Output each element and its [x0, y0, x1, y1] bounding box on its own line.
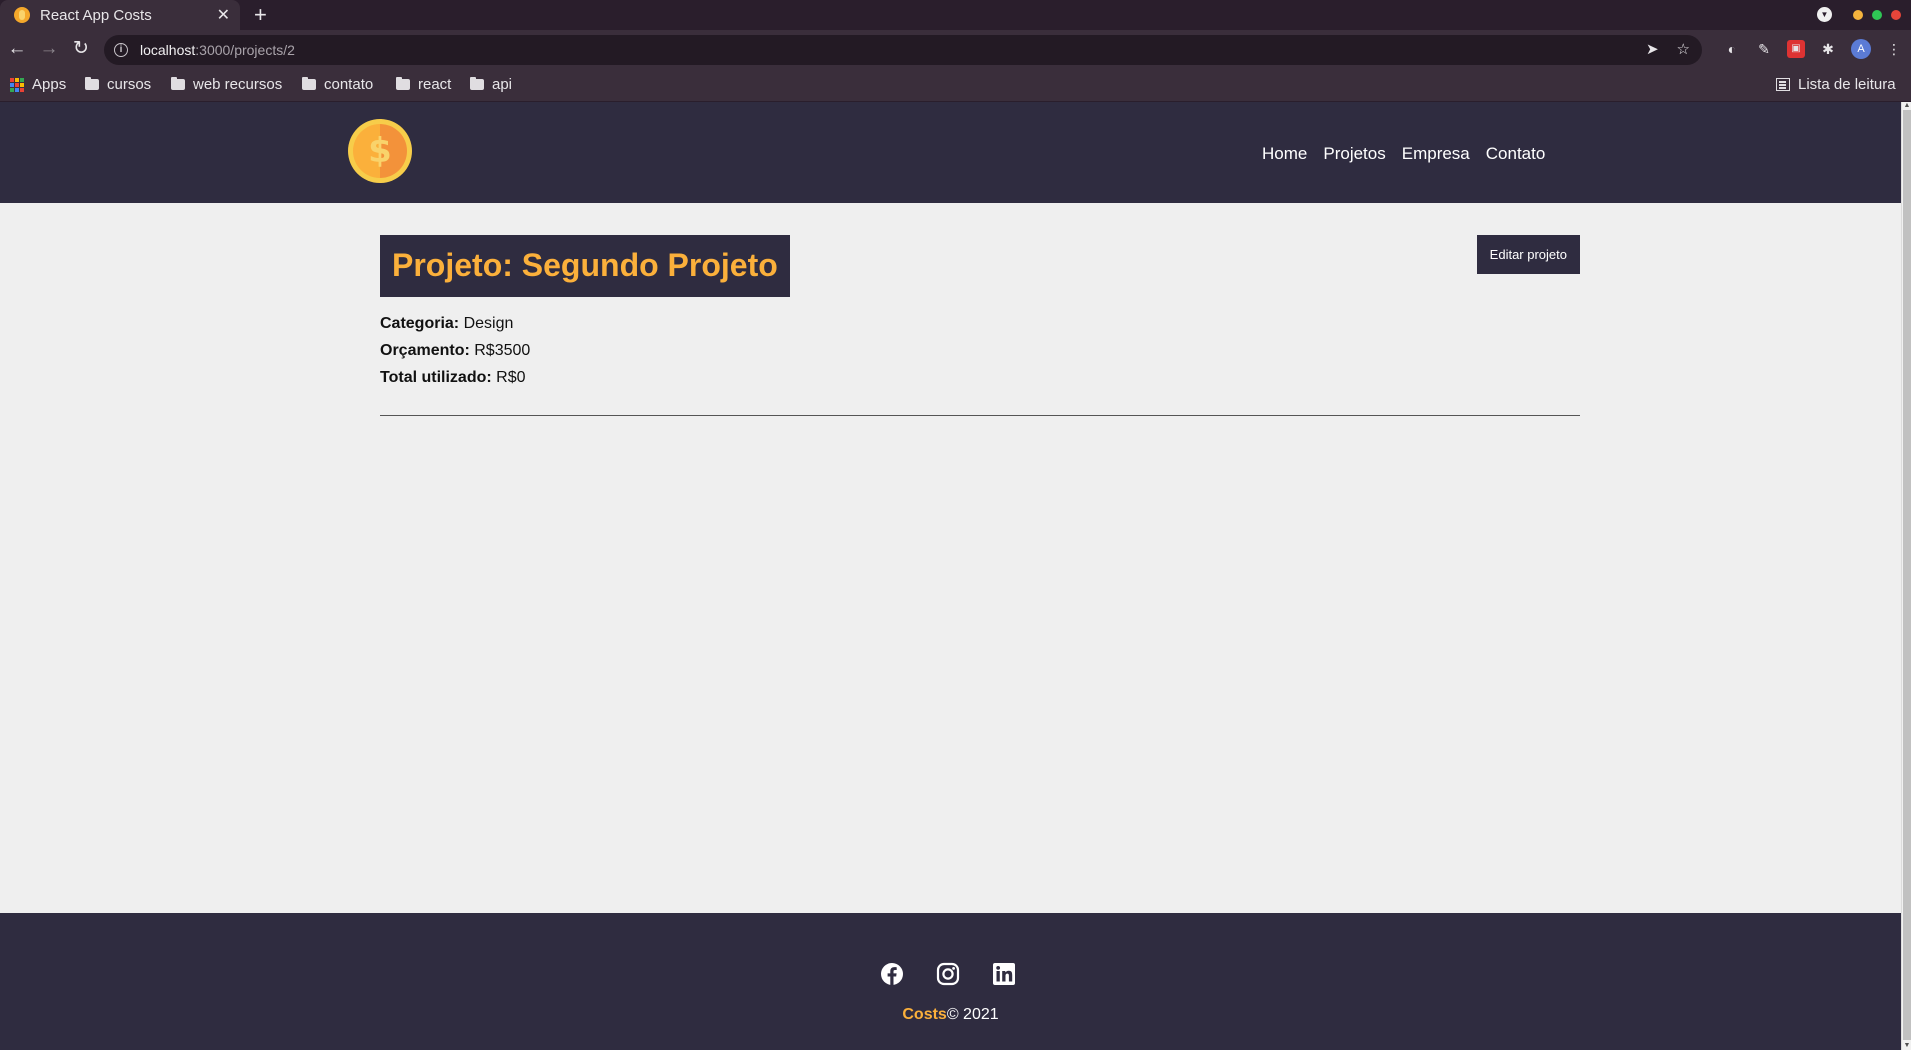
nav-link-home[interactable]: Home — [1262, 144, 1307, 164]
extension-globe-icon[interactable]: ◐ — [1723, 40, 1741, 58]
scroll-up-arrow-icon[interactable]: ▲ — [1903, 102, 1911, 109]
maximize-button[interactable] — [1872, 9, 1882, 20]
copyright-year: © 2021 — [946, 1006, 999, 1023]
used-value: R$0 — [496, 369, 526, 386]
facebook-icon[interactable] — [880, 962, 904, 986]
bookmark-label: web recursos — [193, 76, 283, 93]
project-used: Total utilizado: R$0 — [380, 364, 1580, 391]
footer-brand: Costs — [902, 1006, 947, 1023]
costs-logo-icon[interactable]: $ — [348, 119, 412, 183]
linkedin-icon[interactable] — [992, 962, 1016, 986]
address-bar-actions: ➤ ☆ — [1646, 40, 1690, 58]
new-tab-button[interactable]: + — [254, 3, 267, 27]
browser-toolbar: ← → ↻ i localhost:3000/projects/2 ➤ ☆ ◐ … — [0, 30, 1911, 70]
project-title: Projeto: Segundo Projeto — [392, 247, 778, 283]
bookmark-web-recursos[interactable]: web recursos — [171, 76, 282, 93]
budget-value: R$3500 — [474, 342, 531, 359]
project-details: Projeto: Segundo Projeto Editar projeto … — [380, 235, 1580, 391]
social-links — [880, 962, 1016, 986]
site-info-icon[interactable]: i — [114, 43, 128, 57]
profile-avatar[interactable]: A — [1851, 39, 1871, 59]
main-menu: Home Projetos Empresa Contato — [1262, 144, 1545, 164]
apps-icon — [10, 77, 24, 92]
extensions-puzzle-icon[interactable]: ✱ — [1819, 40, 1837, 58]
used-label: Total utilizado: — [380, 369, 492, 386]
project-category: Categoria: Design — [380, 310, 1580, 337]
minimize-button[interactable] — [1853, 9, 1863, 20]
folder-icon — [302, 77, 316, 90]
copyright-text: Costs© 2021 — [0, 1006, 1901, 1024]
extension-red-icon[interactable]: ▣ — [1787, 40, 1805, 58]
folder-icon — [85, 77, 99, 90]
reading-list-icon — [1776, 78, 1790, 91]
category-value: Design — [463, 315, 514, 332]
folder-icon — [470, 77, 484, 90]
folder-icon — [396, 77, 410, 90]
address-bar[interactable]: i localhost:3000/projects/2 ➤ ☆ — [104, 35, 1702, 65]
dollar-sign-icon: $ — [368, 131, 392, 171]
project-info: Categoria: Design Orçamento: R$3500 Tota… — [380, 310, 1580, 391]
app-footer: Costs© 2021 — [0, 913, 1901, 1050]
reading-list-label: Lista de leitura — [1798, 76, 1896, 93]
scrollbar-thumb[interactable] — [1903, 110, 1911, 1040]
bookmark-cursos[interactable]: cursos — [85, 76, 151, 93]
page-scrollbar[interactable]: ▲ ▼ — [1901, 102, 1911, 1050]
url-host: localhost — [140, 42, 196, 58]
instagram-icon[interactable] — [936, 962, 960, 986]
app-navbar: $ Home Projetos Empresa Contato — [0, 102, 1901, 203]
bookmark-label: contato — [324, 76, 374, 93]
url-path: :3000/projects/2 — [195, 42, 295, 58]
project-title-box: Projeto: Segundo Projeto — [380, 235, 790, 297]
back-arrow-icon[interactable]: ← — [5, 38, 29, 60]
folder-icon — [171, 77, 185, 90]
close-tab-icon[interactable]: ✕ — [217, 5, 230, 25]
extension-pen-icon[interactable]: ✎ — [1755, 40, 1773, 58]
edit-project-button[interactable]: Editar projeto — [1476, 235, 1580, 274]
bookmark-label: Apps — [32, 76, 67, 93]
section-divider — [380, 415, 1580, 416]
scroll-down-arrow-icon[interactable]: ▼ — [1903, 1042, 1911, 1049]
bookmark-label: api — [492, 76, 513, 93]
close-window-button[interactable] — [1891, 9, 1901, 20]
page-viewport: $ Home Projetos Empresa Contato Projeto:… — [0, 102, 1901, 1050]
tab-search-icon[interactable]: ▼ — [1817, 7, 1832, 22]
bookmark-contato[interactable]: contato — [302, 76, 373, 93]
url-text[interactable]: localhost:3000/projects/2 — [140, 42, 295, 58]
send-icon[interactable]: ➤ — [1646, 40, 1659, 58]
project-budget: Orçamento: R$3500 — [380, 337, 1580, 364]
window-controls: ▼ — [1817, 7, 1901, 22]
nav-link-projetos[interactable]: Projetos — [1323, 144, 1385, 164]
nav-link-contato[interactable]: Contato — [1486, 144, 1546, 164]
budget-label: Orçamento: — [380, 342, 470, 359]
bookmark-label: react — [418, 76, 452, 93]
bookmark-star-icon[interactable]: ☆ — [1677, 40, 1690, 58]
extensions-row: ◐ ✎ ▣ ✱ A ⋮ — [1723, 39, 1903, 59]
bookmark-api[interactable]: api — [470, 76, 512, 93]
browser-tab-strip: React App Costs ✕ + ▼ — [0, 0, 1911, 30]
bookmark-apps[interactable]: Apps — [10, 76, 66, 93]
nav-link-empresa[interactable]: Empresa — [1402, 144, 1470, 164]
browser-tab[interactable]: React App Costs ✕ — [0, 0, 240, 30]
browser-menu-icon[interactable]: ⋮ — [1885, 40, 1903, 58]
reload-icon[interactable]: ↻ — [69, 38, 93, 60]
bookmark-label: cursos — [107, 76, 152, 93]
coin-favicon-icon — [14, 7, 30, 23]
bookmarks-bar: Apps cursos web recursos contato react a… — [0, 70, 1911, 102]
category-label: Categoria: — [380, 315, 460, 332]
tab-title: React App Costs — [40, 6, 152, 24]
forward-arrow-icon[interactable]: → — [37, 38, 61, 60]
reading-list-button[interactable]: Lista de leitura — [1776, 76, 1896, 93]
bookmark-react[interactable]: react — [396, 76, 451, 93]
